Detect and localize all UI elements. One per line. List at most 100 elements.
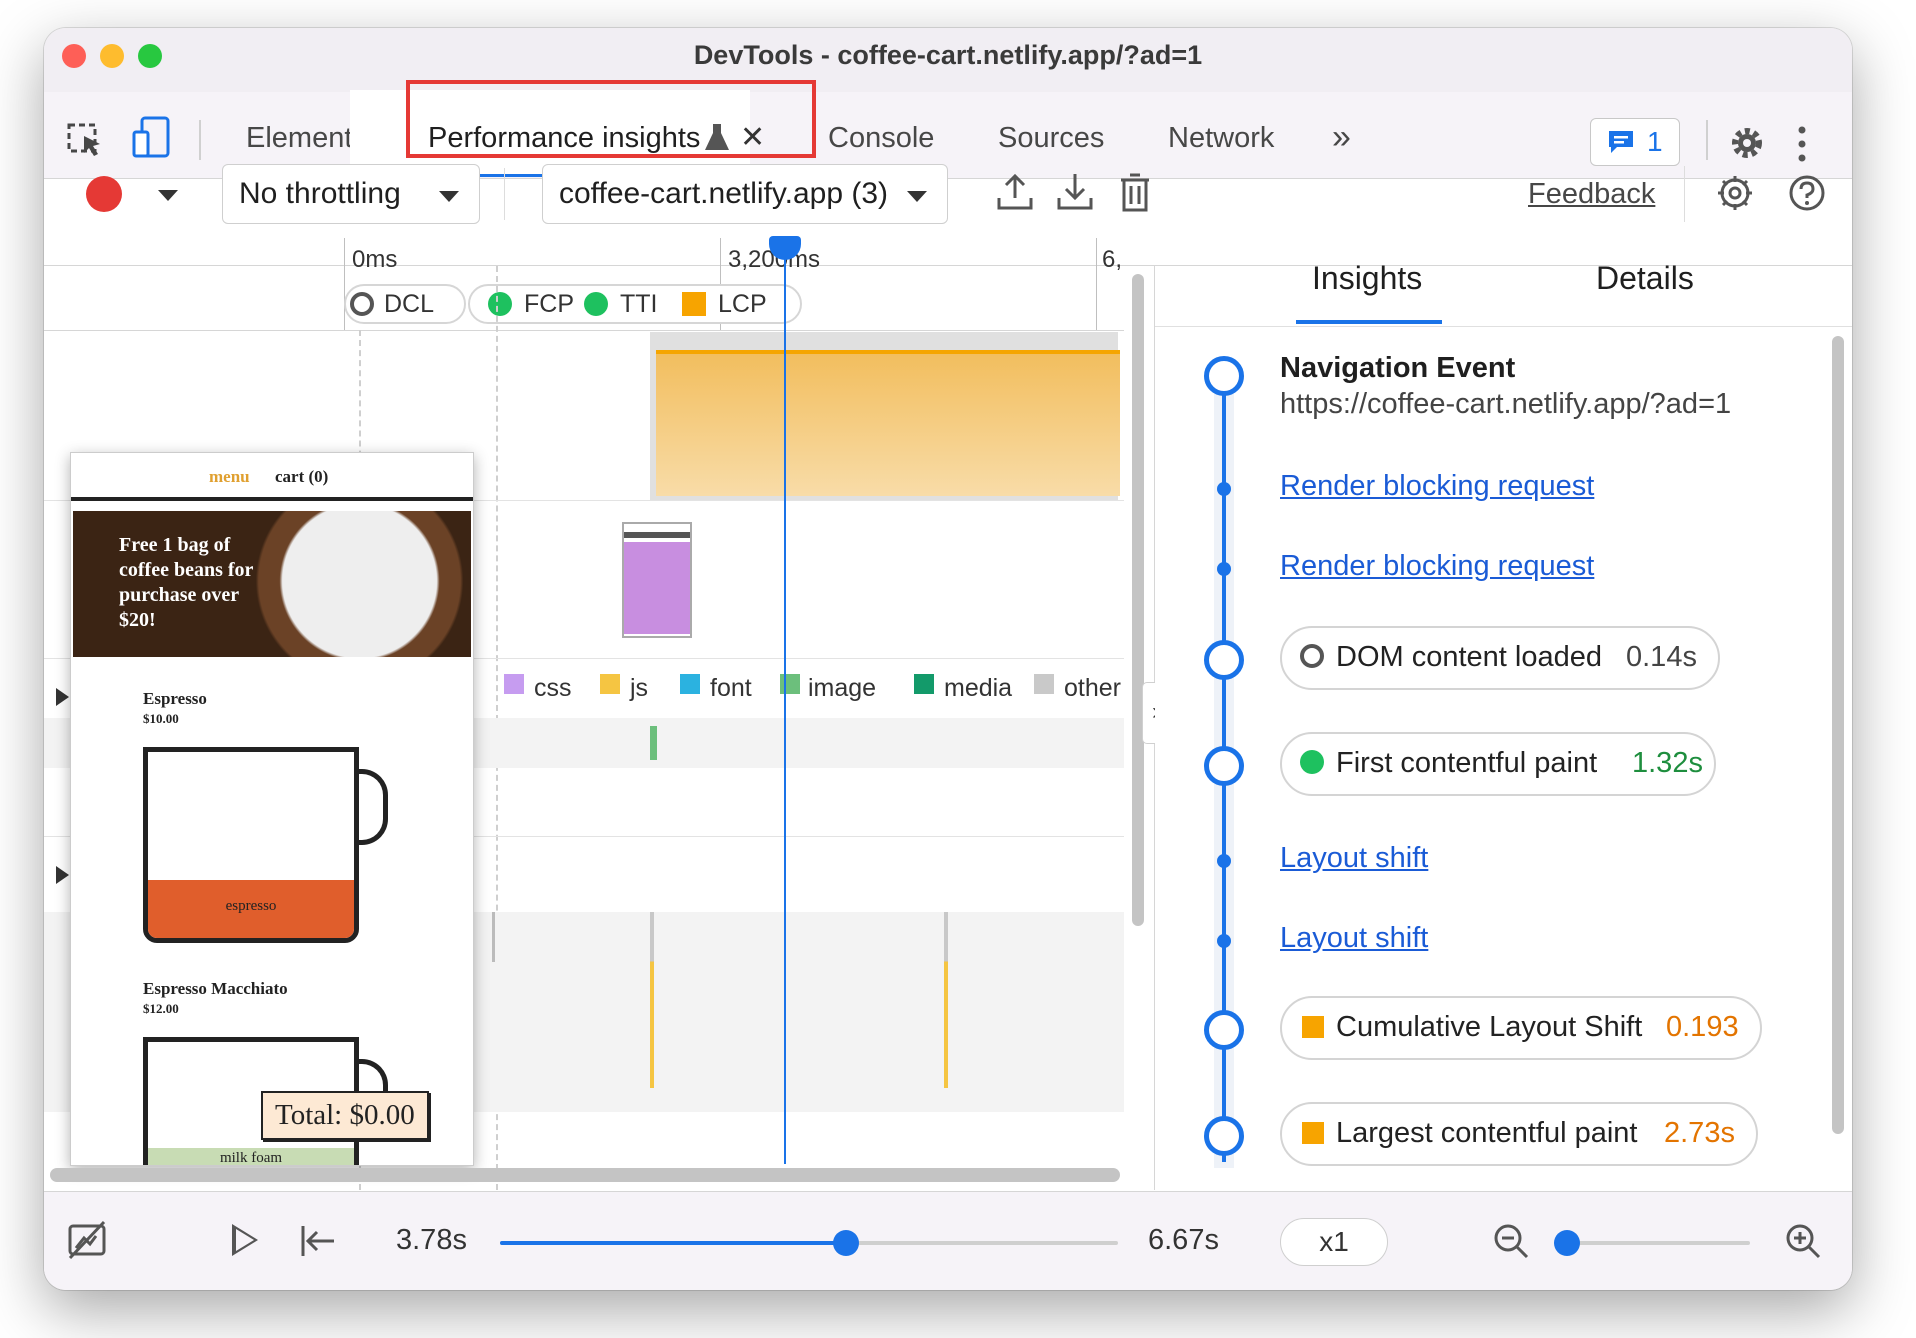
marker-label: FCP [524,290,574,318]
legend-label: css [534,674,572,702]
tick-line [344,238,345,330]
download-icon[interactable] [1056,172,1094,212]
resource-legend: css js font image media other [504,674,1121,704]
playback-speed-button[interactable]: x1 [1280,1218,1388,1266]
marker-label: DCL [384,290,435,318]
metric-value: 0.14s [1626,641,1697,673]
zoom-in-icon[interactable] [1784,1222,1822,1260]
timeline-node [1204,640,1244,680]
layer-label: milk foam [219,1150,283,1166]
issues-button[interactable]: 1 [1590,118,1680,166]
metric-value: 0.193 [1666,1011,1739,1043]
metric-label: DOM content loaded [1336,641,1602,673]
horizontal-scrollbar[interactable] [50,1168,1120,1182]
dcl-circle-icon [1300,644,1324,668]
metric-dom-content-loaded[interactable]: DOM content loaded 0.14s [1280,626,1720,690]
metric-cumulative-layout-shift[interactable]: Cumulative Layout Shift 0.193 [1280,996,1762,1060]
tab-sources[interactable]: Sources [998,122,1104,155]
record-options-chevron-down-icon[interactable] [158,190,178,201]
navigation-event-title: Navigation Event [1280,352,1516,384]
zoom-slider-thumb[interactable] [1554,1230,1580,1256]
preview-item-name: Espresso [143,689,207,708]
cls-square-icon [1302,1016,1324,1038]
network-request-bar[interactable] [650,726,657,760]
record-button[interactable] [86,176,122,212]
preview-nav-menu: menu [209,467,250,486]
screenshots-toggle-icon[interactable] [66,1220,108,1262]
marker-group-fcp-tti-lcp[interactable]: FCP TTI LCP [468,284,802,324]
metric-label: Cumulative Layout Shift [1336,1011,1643,1043]
playback-slider-thumb[interactable] [833,1230,860,1256]
inspect-element-icon[interactable] [66,120,106,160]
help-icon[interactable] [1788,174,1826,212]
dcl-circle-icon [350,292,374,316]
tab-console[interactable]: Console [828,122,934,155]
recording-value: coffee-cart.netlify.app (3) [559,177,889,210]
lcp-square-icon [682,292,706,316]
timeline-node [1204,356,1244,396]
timeline-node [1204,1116,1244,1156]
metric-label: Largest contentful paint [1336,1117,1638,1149]
window-title: DevTools - coffee-cart.netlify.app/?ad=1 [693,40,1203,70]
timeline-vertical-scrollbar[interactable] [1132,274,1144,926]
marker-dcl[interactable]: DCL [344,284,466,324]
zoom-slider-track[interactable] [1554,1241,1750,1245]
expand-layout-shifts-arrow-icon[interactable] [56,866,69,884]
sidebar-tab-details[interactable]: Details [1596,260,1694,297]
layout-shift-link[interactable]: Layout shift [1280,922,1428,955]
toolbar-divider [1684,166,1685,222]
issues-count: 1 [1647,126,1663,157]
render-blocking-link[interactable]: Render blocking request [1280,470,1594,503]
fcp-dot-icon [488,292,512,316]
devtools-window: DevTools - coffee-cart.netlify.app/?ad=1… [44,28,1852,1290]
tab-network[interactable]: Network [1168,122,1274,155]
throttling-value: No throttling [239,177,401,210]
sidebar-tab-insights[interactable]: Insights [1312,260,1422,297]
screenshot-thumbnail[interactable] [622,522,692,638]
delete-trash-icon[interactable] [1120,172,1150,212]
preview-nav-cart: cart (0) [275,467,329,486]
metric-value: 2.73s [1664,1117,1735,1149]
legend-label: image [808,674,877,702]
settings-gear-icon[interactable] [1728,124,1766,162]
legend-swatch-image [780,674,800,694]
timeline-dot [1217,934,1231,948]
zoom-out-icon[interactable] [1492,1222,1530,1260]
layout-shift-link[interactable]: Layout shift [1280,842,1428,875]
recording-select[interactable]: coffee-cart.netlify.app (3) [542,164,948,224]
layer-label: espresso [225,898,277,914]
tick-label: 0ms [352,246,398,273]
render-blocking-link[interactable]: Render blocking request [1280,550,1594,583]
throttling-select[interactable]: No throttling [222,164,480,224]
layout-shift-bar[interactable] [944,912,948,1088]
more-tabs-button[interactable]: » [1332,118,1351,157]
milk-foam-layer: milk foam [148,1148,354,1166]
jump-to-start-icon[interactable] [300,1224,336,1258]
message-icon [1607,129,1635,155]
ruler-divider [44,330,1124,331]
legend-label: media [944,674,1013,702]
metric-first-contentful-paint[interactable]: First contentful paint 1.32s [1280,732,1716,796]
more-options-icon[interactable] [1798,126,1806,162]
end-time: 6.67s [1148,1224,1219,1256]
legend-swatch-js [600,674,620,694]
legend-label: js [630,674,649,702]
feedback-link[interactable]: Feedback [1528,178,1655,211]
sidebar-scrollbar[interactable] [1832,336,1844,1134]
tab-elements[interactable]: Elements [246,122,367,155]
capture-settings-gear-icon[interactable] [1716,174,1754,212]
tick-label: 6, [1102,246,1123,273]
expand-network-arrow-icon[interactable] [56,688,69,706]
legend-swatch-media [914,674,934,694]
tti-dot-icon [584,292,608,316]
preview-nav-rule [71,497,473,501]
lcp-band[interactable] [656,350,1120,496]
device-toolbar-icon[interactable] [132,116,172,160]
metric-largest-contentful-paint[interactable]: Largest contentful paint 2.73s [1280,1102,1758,1166]
espresso-layer: espresso [148,880,354,938]
upload-icon[interactable] [996,172,1034,212]
current-time: 3.78s [396,1224,467,1256]
metric-label: First contentful paint [1336,747,1598,779]
layout-shift-bar[interactable] [650,912,654,1088]
preview-item-name: Espresso Macchiato [143,979,288,998]
